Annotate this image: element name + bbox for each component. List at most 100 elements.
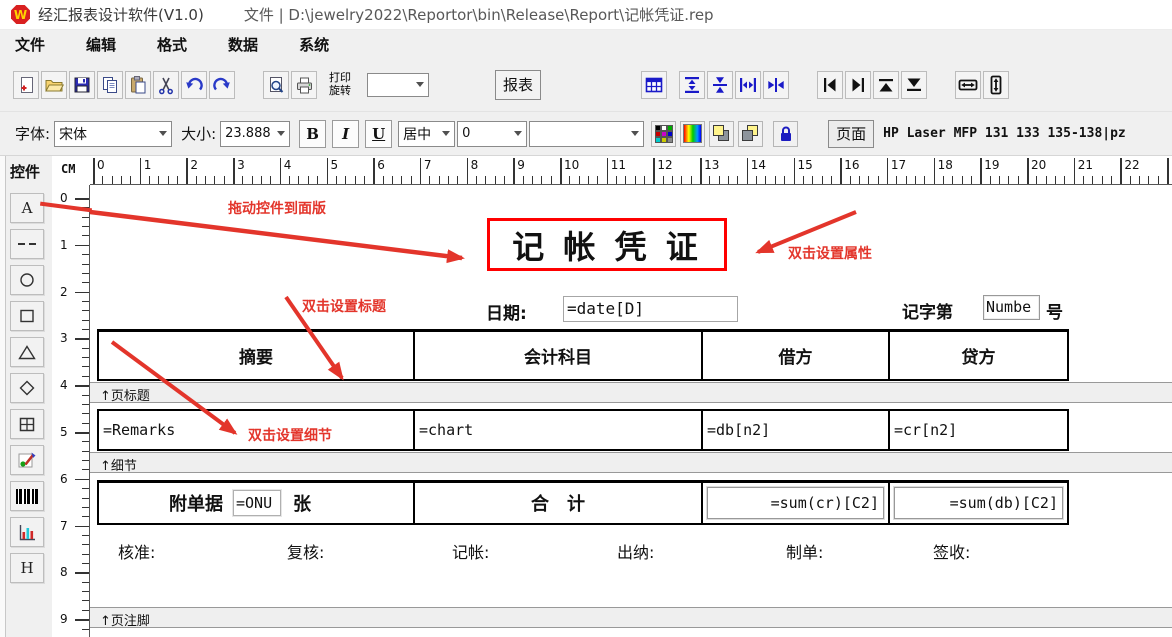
rectangle-tool-button[interactable] xyxy=(10,301,44,331)
font-label: 字体: xyxy=(15,123,50,144)
line-tool-icon xyxy=(16,243,38,245)
image-tool-button[interactable] xyxy=(10,445,44,475)
report-button[interactable]: 报表 xyxy=(495,70,541,100)
align-top-icon xyxy=(876,75,896,95)
rotation-select[interactable]: 0 xyxy=(457,121,527,147)
cut-icon xyxy=(156,75,176,95)
same-width-icon xyxy=(958,75,978,95)
menu-item-1[interactable]: 编辑 xyxy=(73,34,129,55)
app-title: 经汇报表设计软件(V1.0) xyxy=(38,4,204,25)
collapse-horizontal-button[interactable] xyxy=(763,71,789,99)
same-width-button[interactable] xyxy=(955,71,981,99)
grid-tool-button[interactable] xyxy=(10,409,44,439)
print-preview-icon xyxy=(266,75,286,95)
grid-tool-icon xyxy=(19,417,35,432)
rectangle-tool-icon xyxy=(19,308,35,324)
annotation-drag-hint: 拖动控件到面版 xyxy=(228,198,326,218)
ruler-corner: CM xyxy=(52,156,90,185)
open-file-button[interactable] xyxy=(41,71,67,99)
bold-button[interactable]: B xyxy=(299,120,326,148)
html-tool-button[interactable]: H xyxy=(10,553,44,583)
line-tool-button[interactable] xyxy=(10,229,44,259)
menu-item-0[interactable]: 文件 xyxy=(2,34,58,55)
same-height-icon xyxy=(986,75,1006,95)
gradient-button[interactable] xyxy=(680,121,705,147)
app-logo-icon: W xyxy=(11,5,30,24)
diamond-tool-icon xyxy=(19,380,35,396)
bring-to-front-button[interactable] xyxy=(709,121,734,147)
new-file-button[interactable] xyxy=(13,71,39,99)
image-tool-icon xyxy=(17,450,37,470)
expand-vertical-icon xyxy=(682,75,702,95)
menu-item-2[interactable]: 格式 xyxy=(144,34,200,55)
font-select[interactable]: 宋体 xyxy=(54,121,172,147)
page-setup-button[interactable]: 页面 xyxy=(828,120,874,148)
html-tool-icon: H xyxy=(20,559,33,577)
ruler-unit-label: CM xyxy=(61,162,75,176)
triangle-tool-icon xyxy=(18,345,36,360)
annotation-detail-hint: 双击设置细节 xyxy=(248,425,332,445)
main-toolbar: 打印 旋转 报表 xyxy=(0,58,1172,112)
window-titlebar: W 经汇报表设计软件(V1.0) 文件 | D:\jewelry2022\Rep… xyxy=(0,0,1172,30)
underline-button[interactable]: U xyxy=(365,120,392,148)
menu-bar: 文件编辑格式数据系统 xyxy=(0,30,1172,58)
go-first-button[interactable] xyxy=(817,71,843,99)
undo-button[interactable] xyxy=(181,71,207,99)
chart-tool-icon xyxy=(17,523,37,542)
chevron-down-icon xyxy=(514,131,522,136)
diamond-tool-button[interactable] xyxy=(10,373,44,403)
send-to-back-button[interactable] xyxy=(738,121,763,147)
table-grid-button[interactable] xyxy=(641,71,667,99)
paste-button[interactable] xyxy=(125,71,151,99)
triangle-tool-button[interactable] xyxy=(10,337,44,367)
lock-button[interactable] xyxy=(773,121,798,147)
go-last-button[interactable] xyxy=(845,71,871,99)
circle-tool-button[interactable] xyxy=(10,265,44,295)
align-select[interactable]: 居中 xyxy=(398,121,455,147)
go-first-icon xyxy=(820,75,840,95)
paste-icon xyxy=(128,75,148,95)
controls-toolbox: 控件AH xyxy=(6,156,52,637)
expand-horizontal-button[interactable] xyxy=(735,71,761,99)
save-icon xyxy=(72,75,92,95)
menu-item-4[interactable]: 系统 xyxy=(286,34,342,55)
annotation-arrows xyxy=(90,185,1172,637)
open-file-path: 文件 | D:\jewelry2022\Reportor\bin\Release… xyxy=(244,4,714,25)
go-last-icon xyxy=(848,75,868,95)
same-height-button[interactable] xyxy=(983,71,1009,99)
copy-button[interactable] xyxy=(97,71,123,99)
horizontal-ruler: 012345678910111213141516171819202122 xyxy=(90,156,1172,185)
arrow-drag-hint xyxy=(90,212,462,258)
paper-rotation-select[interactable] xyxy=(367,73,429,97)
barcode-tool-button[interactable] xyxy=(10,481,44,511)
chart-tool-button[interactable] xyxy=(10,517,44,547)
expand-vertical-button[interactable] xyxy=(679,71,705,99)
open-file-icon xyxy=(44,75,64,95)
redo-button[interactable] xyxy=(209,71,235,99)
vertical-ruler: 0123456789 xyxy=(52,185,90,637)
text-tool-button[interactable]: A xyxy=(10,193,44,223)
chevron-down-icon xyxy=(416,82,424,87)
redo-icon xyxy=(212,75,232,95)
italic-button[interactable]: I xyxy=(332,120,359,148)
menu-item-3[interactable]: 数据 xyxy=(215,34,271,55)
align-bottom-button[interactable] xyxy=(901,71,927,99)
table-grid-icon xyxy=(644,75,664,95)
chevron-down-icon xyxy=(159,131,167,136)
text-tool-icon: A xyxy=(22,199,33,217)
collapse-vertical-button[interactable] xyxy=(707,71,733,99)
color-palette-button[interactable] xyxy=(651,121,676,147)
font-size-select[interactable]: 23.888 xyxy=(220,121,290,147)
arrow-detail-hint xyxy=(112,342,235,433)
design-canvas[interactable]: 拖动控件到面版 双击设置属性 双击设置标题 双击设置细节 记 帐 凭 证 日期:… xyxy=(90,185,1172,637)
circle-tool-icon xyxy=(19,272,35,288)
align-top-button[interactable] xyxy=(873,71,899,99)
chevron-down-icon xyxy=(631,131,639,136)
print-button[interactable] xyxy=(291,71,317,99)
expand-horizontal-icon xyxy=(738,75,758,95)
size-label: 大小: xyxy=(181,123,216,144)
print-preview-button[interactable] xyxy=(263,71,289,99)
style-select[interactable] xyxy=(529,121,644,147)
cut-button[interactable] xyxy=(153,71,179,99)
save-button[interactable] xyxy=(69,71,95,99)
